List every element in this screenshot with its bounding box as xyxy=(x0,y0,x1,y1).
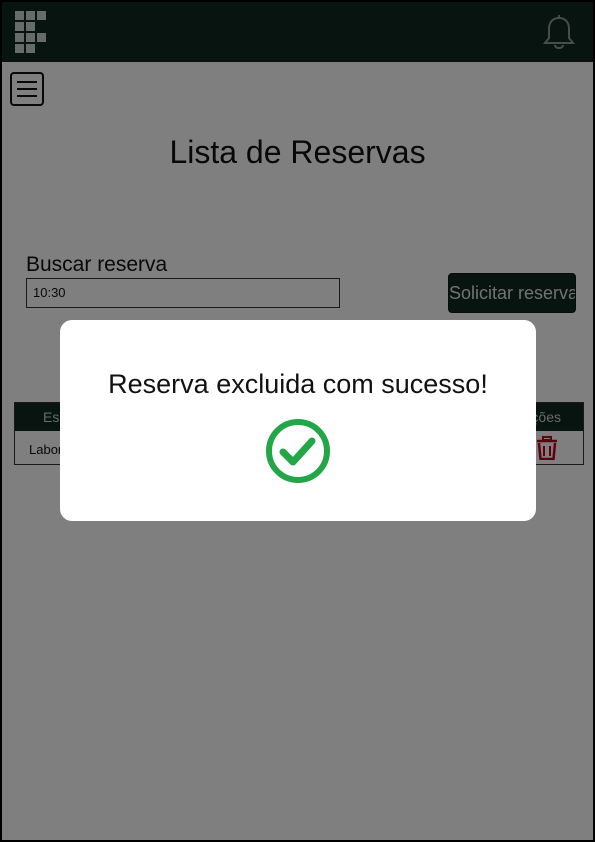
app-frame: Lista de Reservas Buscar reserva 10:30 S… xyxy=(0,0,595,842)
modal-message: Reserva excluida com sucesso! xyxy=(108,369,488,399)
success-modal: Reserva excluida com sucesso! xyxy=(60,320,536,521)
check-circle-icon xyxy=(266,419,330,483)
